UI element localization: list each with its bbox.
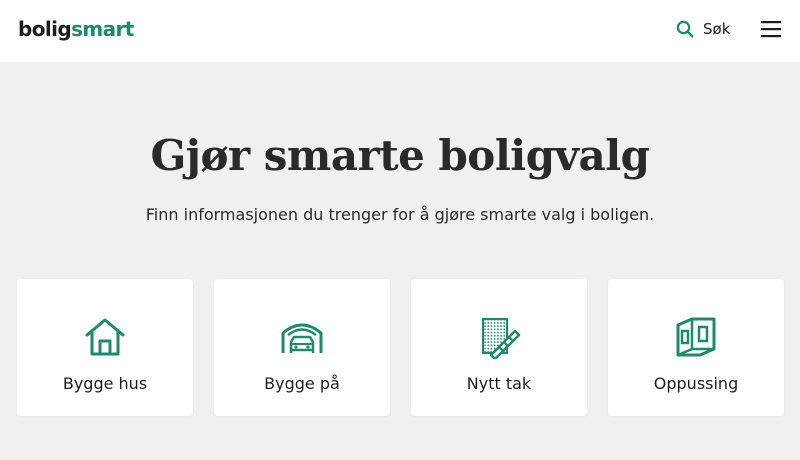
- category-card-oppussing[interactable]: Oppussing: [608, 279, 784, 416]
- boligsmart-logo[interactable]: boligsmart: [18, 16, 134, 42]
- category-label: Bygge hus: [62, 374, 148, 393]
- hero-subtitle: Finn informasjonen du trenger for å gjør…: [145, 205, 655, 224]
- search-label: Søk: [703, 20, 731, 38]
- category-label: Nytt tak: [466, 374, 532, 393]
- house-icon: [85, 318, 125, 356]
- category-label: Bygge på: [264, 374, 340, 393]
- category-label: Oppussing: [653, 374, 739, 393]
- category-card-nytt-tak[interactable]: Nytt tak: [411, 279, 587, 416]
- garage-icon: [281, 323, 323, 353]
- category-card-bygge-hus[interactable]: Bygge hus: [17, 279, 193, 416]
- search-button[interactable]: Søk: [676, 16, 730, 42]
- room-renovation-icon: [676, 317, 716, 357]
- category-card-bygge-pa[interactable]: Bygge på: [214, 279, 390, 416]
- search-icon: [676, 20, 694, 38]
- hamburger-menu-icon: [761, 21, 781, 38]
- site-header: boligsmart Søk: [0, 0, 800, 62]
- menu-button[interactable]: [760, 19, 782, 39]
- roof-icon: [482, 318, 521, 359]
- hero-title: Gjør smarte boligvalg: [150, 131, 650, 180]
